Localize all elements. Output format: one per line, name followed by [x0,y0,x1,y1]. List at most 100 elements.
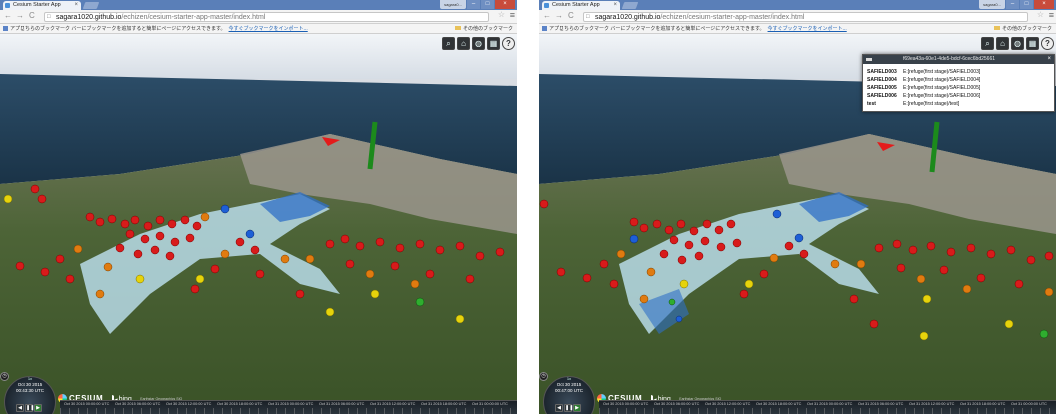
forward-arrow-icon[interactable]: → [555,11,563,20]
bookmark-bar: アプリ こちらのブックマーク バーにブックマークを追加すると簡単にページにアクセ… [539,24,1056,34]
forward-arrow-icon[interactable]: → [16,11,24,20]
imagery-layers-icon[interactable]: ▦ [1026,37,1039,50]
clock-time: 00:43:30 UTC [15,388,44,393]
timeline-ticks [60,408,517,414]
timeline-label: Oct 31 2015 18:00:00 UTC [960,402,1006,406]
timeline-label: Oct 31 2015 12:00:00 UTC [370,402,416,406]
maximize-button[interactable]: □ [1020,0,1033,9]
speed-label: 1x [27,376,33,381]
pause-button[interactable]: ❚❚ [25,404,34,412]
info-value: E:[refuge(first stage)/SAFIELD006] [903,93,981,99]
profile-button[interactable]: sagara0... [440,0,466,9]
profile-button[interactable]: sagara0... [979,0,1005,9]
reload-icon[interactable]: C [29,11,35,20]
timeline-label: Oct 31 2015 06:00:00 UTC [858,402,904,406]
url-path: /echizen/cesium-starter-app-master/index… [121,14,266,21]
play-button[interactable]: ▶ [573,404,581,412]
close-window-button[interactable]: × [495,0,515,9]
menu-icon[interactable]: ≡ [1049,10,1054,20]
new-tab-button[interactable] [621,2,639,9]
search-icon[interactable]: ⌕ [981,37,994,50]
browser-tab[interactable]: Cesium Starter App × [3,1,81,10]
info-key: test [867,101,876,107]
timeline[interactable]: Oct 30 2015 00:00:00 UTC Oct 30 2015 06:… [60,400,517,414]
cesium-viewer[interactable]: ⌕ ⌂ ◍ ▦ ? f69ea43a-60e1-4de5-bdcf-6cec6b… [539,34,1056,414]
info-key: SAFIELD005 [867,85,897,91]
timeline-label: Oct 30 2015 12:00:00 UTC [705,402,751,406]
clock-readout: Oct 30 2015 00:43:30 UTC [8,382,52,394]
close-icon[interactable]: × [1047,55,1051,64]
apps-grid-icon [3,26,8,31]
back-arrow-icon[interactable]: ← [4,11,12,20]
timeline-label: Oct 31 2015 06:00:00 UTC [319,402,365,406]
info-value: E:[refuge(first stage)/SAFIELD004] [903,77,981,83]
reload-icon[interactable]: C [568,11,574,20]
import-bookmarks-link[interactable]: 今すぐブックマークをインポート... [768,26,847,32]
url-input[interactable]: □ sagara1020.github.io/echizen/cesium-st… [44,12,489,22]
cesium-toolbar: ⌕ ⌂ ◍ ▦ ? [981,37,1054,50]
bookmark-hint: こちらのブックマーク バーにブックマークを追加すると簡単にページにアクセスできま… [20,24,308,34]
tab-title: Cesium Starter App [552,2,600,8]
globe-scene[interactable] [0,34,517,414]
info-row: SAFIELD003 E:[refuge(first stage)/SAFIELD… [867,68,1054,76]
window-controls: sagara0... – □ × [440,0,515,9]
info-key: SAFIELD004 [867,77,897,83]
clock-readout: Oct 30 2015 00:47:00 UTC [547,382,591,394]
info-box: f69ea43a-60e1-4de5-bdcf-6cec6bd25661 × S… [862,54,1055,112]
browser-tab[interactable]: Cesium Starter App × [542,1,620,10]
back-arrow-icon[interactable]: ← [543,11,551,20]
url-path: /echizen/cesium-starter-app-master/index… [660,14,805,21]
close-window-button[interactable]: × [1034,0,1054,9]
close-tab-icon[interactable]: × [74,1,78,10]
new-tab-button[interactable] [82,2,100,9]
timeline-ticks [599,408,1056,414]
other-bookmarks[interactable]: その他のブックマーク [454,24,513,34]
maximize-button[interactable]: □ [481,0,494,9]
timeline-label: Oct 31 2015 18:00:00 UTC [421,402,467,406]
minimize-button[interactable]: – [1006,0,1019,9]
page-info-icon[interactable]: □ [586,13,590,21]
bookmark-star-icon[interactable]: ☆ [498,10,505,19]
globe-icon[interactable]: ◍ [472,37,485,50]
help-icon[interactable]: ? [502,37,515,50]
import-bookmarks-link[interactable]: 今すぐブックマークをインポート... [229,26,308,32]
info-box-content: SAFIELD003 E:[refuge(first stage)/SAFIELD… [863,64,1054,108]
animation-widget[interactable]: ◷ 1x Oct 30 2015 00:43:30 UTC ◀ ❚❚ ▶ [0,372,60,414]
cesium-viewer[interactable]: ⌕ ⌂ ◍ ▦ ? ◷ 1x Oct 30 2015 00:43:30 UTC … [0,34,517,414]
minimize-button[interactable]: – [467,0,480,9]
rewind-button[interactable]: ◀ [555,404,563,412]
browser-window-left: Cesium Starter App × sagara0... – □ × ← … [0,0,517,414]
browser-window-right: Cesium Starter App × sagara0... – □ × ← … [539,0,1056,414]
globe-icon[interactable]: ◍ [1011,37,1024,50]
menu-icon[interactable]: ≡ [510,10,515,20]
info-key: SAFIELD003 [867,69,897,75]
page-info-icon[interactable]: □ [47,13,51,21]
timeline-label: Oct 31 00:00:00 UTC [1011,402,1047,406]
timeline[interactable]: Oct 30 2015 00:00:00 UTC Oct 30 2015 06:… [599,400,1056,414]
close-tab-icon[interactable]: × [613,1,617,10]
pause-button[interactable]: ❚❚ [564,404,573,412]
folder-icon [993,26,1000,30]
info-row: SAFIELD006 E:[refuge(first stage)/SAFIELD… [867,92,1054,100]
timeline-label: Oct 31 2015 00:00:00 UTC [268,402,314,406]
imagery-layers-icon[interactable]: ▦ [487,37,500,50]
bookmark-star-icon[interactable]: ☆ [1037,10,1044,19]
search-icon[interactable]: ⌕ [442,37,455,50]
home-icon[interactable]: ⌂ [457,37,470,50]
help-icon[interactable]: ? [1041,37,1054,50]
favicon-icon [544,3,549,8]
timeline-label: Oct 31 00:00:00 UTC [472,402,508,406]
playback-controls: ◀ ❚❚ ▶ [16,404,42,412]
other-bookmarks[interactable]: その他のブックマーク [993,24,1052,34]
favicon-icon [5,3,10,8]
animation-widget[interactable]: ◷ 1x Oct 30 2015 00:47:00 UTC ◀ ❚❚ ▶ [539,372,599,414]
camera-icon[interactable] [866,58,872,61]
timeline-label: Oct 30 2015 18:00:00 UTC [217,402,263,406]
url-host: sagara1020.github.io [56,14,122,21]
tab-strip: Cesium Starter App × sagara0... – □ × [539,0,1056,10]
home-icon[interactable]: ⌂ [996,37,1009,50]
url-input[interactable]: □ sagara1020.github.io/echizen/cesium-st… [583,12,1028,22]
rewind-button[interactable]: ◀ [16,404,24,412]
play-button[interactable]: ▶ [34,404,42,412]
sky [0,34,517,79]
